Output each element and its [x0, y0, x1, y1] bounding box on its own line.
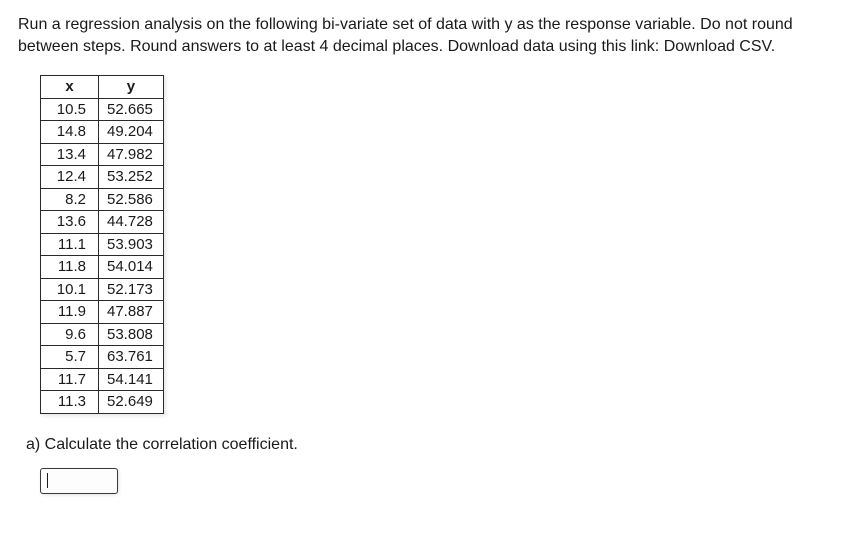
table-row: 11.947.887 — [41, 301, 164, 324]
cell-x: 13.4 — [41, 143, 99, 166]
cell-y: 53.903 — [99, 233, 164, 256]
cell-x: 11.3 — [41, 391, 99, 414]
table-row: 11.352.649 — [41, 391, 164, 414]
cell-y: 63.761 — [99, 346, 164, 369]
table-row: 9.653.808 — [41, 323, 164, 346]
part-a-label: a) Calculate the correlation coefficient… — [26, 436, 846, 454]
table-row: 12.453.252 — [41, 166, 164, 189]
table-row: 8.252.586 — [41, 188, 164, 211]
cell-x: 11.8 — [41, 256, 99, 279]
cell-y: 52.649 — [99, 391, 164, 414]
cell-y: 44.728 — [99, 211, 164, 234]
data-table: x y 10.552.66514.849.20413.447.98212.453… — [40, 75, 164, 414]
table-row: 11.153.903 — [41, 233, 164, 256]
table-row: 11.754.141 — [41, 368, 164, 391]
text-cursor — [47, 473, 48, 488]
cell-x: 13.6 — [41, 211, 99, 234]
cell-x: 14.8 — [41, 121, 99, 144]
table-row: 10.552.665 — [41, 98, 164, 121]
cell-y: 52.665 — [99, 98, 164, 121]
cell-x: 11.1 — [41, 233, 99, 256]
table-row: 13.644.728 — [41, 211, 164, 234]
table-row: 13.447.982 — [41, 143, 164, 166]
cell-x: 9.6 — [41, 323, 99, 346]
download-csv-link[interactable]: Download CSV — [664, 38, 771, 55]
cell-x: 10.1 — [41, 278, 99, 301]
table-body: 10.552.66514.849.20413.447.98212.453.252… — [41, 98, 164, 413]
table-row: 5.763.761 — [41, 346, 164, 369]
header-y: y — [99, 76, 164, 99]
table-row: 11.854.014 — [41, 256, 164, 279]
cell-x: 11.9 — [41, 301, 99, 324]
cell-y: 54.141 — [99, 368, 164, 391]
table-row: 10.152.173 — [41, 278, 164, 301]
cell-y: 53.808 — [99, 323, 164, 346]
answer-input[interactable] — [40, 468, 118, 494]
cell-y: 54.014 — [99, 256, 164, 279]
table-header-row: x y — [41, 76, 164, 99]
cell-y: 52.173 — [99, 278, 164, 301]
cell-x: 11.7 — [41, 368, 99, 391]
cell-y: 47.887 — [99, 301, 164, 324]
cell-y: 47.982 — [99, 143, 164, 166]
cell-x: 12.4 — [41, 166, 99, 189]
cell-y: 53.252 — [99, 166, 164, 189]
cell-x: 8.2 — [41, 188, 99, 211]
cell-x: 5.7 — [41, 346, 99, 369]
question-prompt: Run a regression analysis on the followi… — [18, 14, 846, 57]
table-row: 14.849.204 — [41, 121, 164, 144]
header-x: x — [41, 76, 99, 99]
cell-y: 49.204 — [99, 121, 164, 144]
cell-x: 10.5 — [41, 98, 99, 121]
cell-y: 52.586 — [99, 188, 164, 211]
question-intro-end: . — [771, 38, 775, 55]
